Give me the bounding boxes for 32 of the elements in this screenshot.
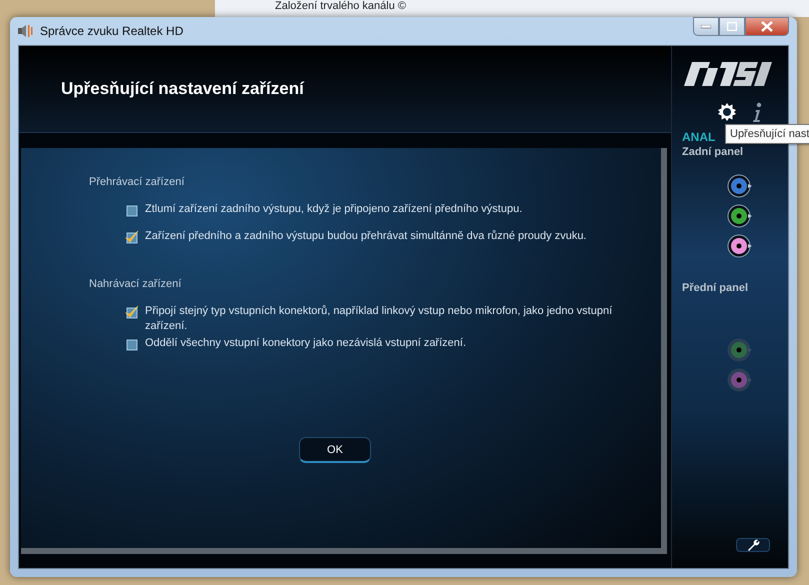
section-heading: Přehrávací zařízení: [89, 176, 186, 188]
minimize-icon: [701, 24, 711, 28]
maximize-icon: [727, 22, 737, 31]
audio-jack-icon[interactable]: [727, 204, 753, 228]
maximize-button[interactable]: [719, 17, 745, 36]
option-label: Připojí stejný typ vstupních konektorů, například linkový vstup nebo mikrofon, jako jedno vstupní zařízení.: [145, 304, 614, 334]
ok-button[interactable]: OK: [299, 437, 371, 463]
section-label: ANAL: [682, 130, 716, 144]
checkbox[interactable]: [125, 230, 139, 244]
minimize-button[interactable]: [693, 17, 719, 36]
speaker-icon: [18, 24, 34, 38]
wrench-icon: [746, 539, 760, 551]
settings-icon[interactable]: [717, 102, 737, 122]
wrench-button[interactable]: [736, 538, 770, 552]
panel-title: Zadní panel: [682, 146, 744, 158]
option-label: Zařízení předního a zadního výstupu budou přehrávat simultánně dva různé proudy zvuku.: [145, 229, 586, 244]
window-title: Správce zvuku Realtek HD: [40, 24, 184, 38]
panel-title: Přední panel: [682, 282, 748, 294]
tab-title[interactable]: Založení trvalého kanálu ©: [275, 0, 406, 13]
option-label: Oddělí všechny vstupní konektory jako nezávislá vstupní zařízení.: [145, 336, 466, 351]
checkbox[interactable]: [125, 203, 139, 217]
info-icon[interactable]: [751, 102, 763, 124]
option-label: Ztlumí zařízení zadního výstupu, když je připojeno zařízení předního výstupu.: [145, 202, 522, 217]
audio-jack-icon[interactable]: [727, 174, 753, 198]
tooltip: Upřesňující nast: [725, 124, 809, 144]
close-button[interactable]: [745, 17, 789, 36]
dialog-title: Upřesňující nastavení zařízení: [61, 79, 304, 99]
checkbox[interactable]: [125, 337, 139, 351]
audio-jack-icon[interactable]: [727, 234, 753, 258]
section-heading: Nahrávací zařízení: [89, 278, 182, 290]
close-icon: [761, 21, 773, 32]
checkbox[interactable]: [125, 305, 139, 319]
